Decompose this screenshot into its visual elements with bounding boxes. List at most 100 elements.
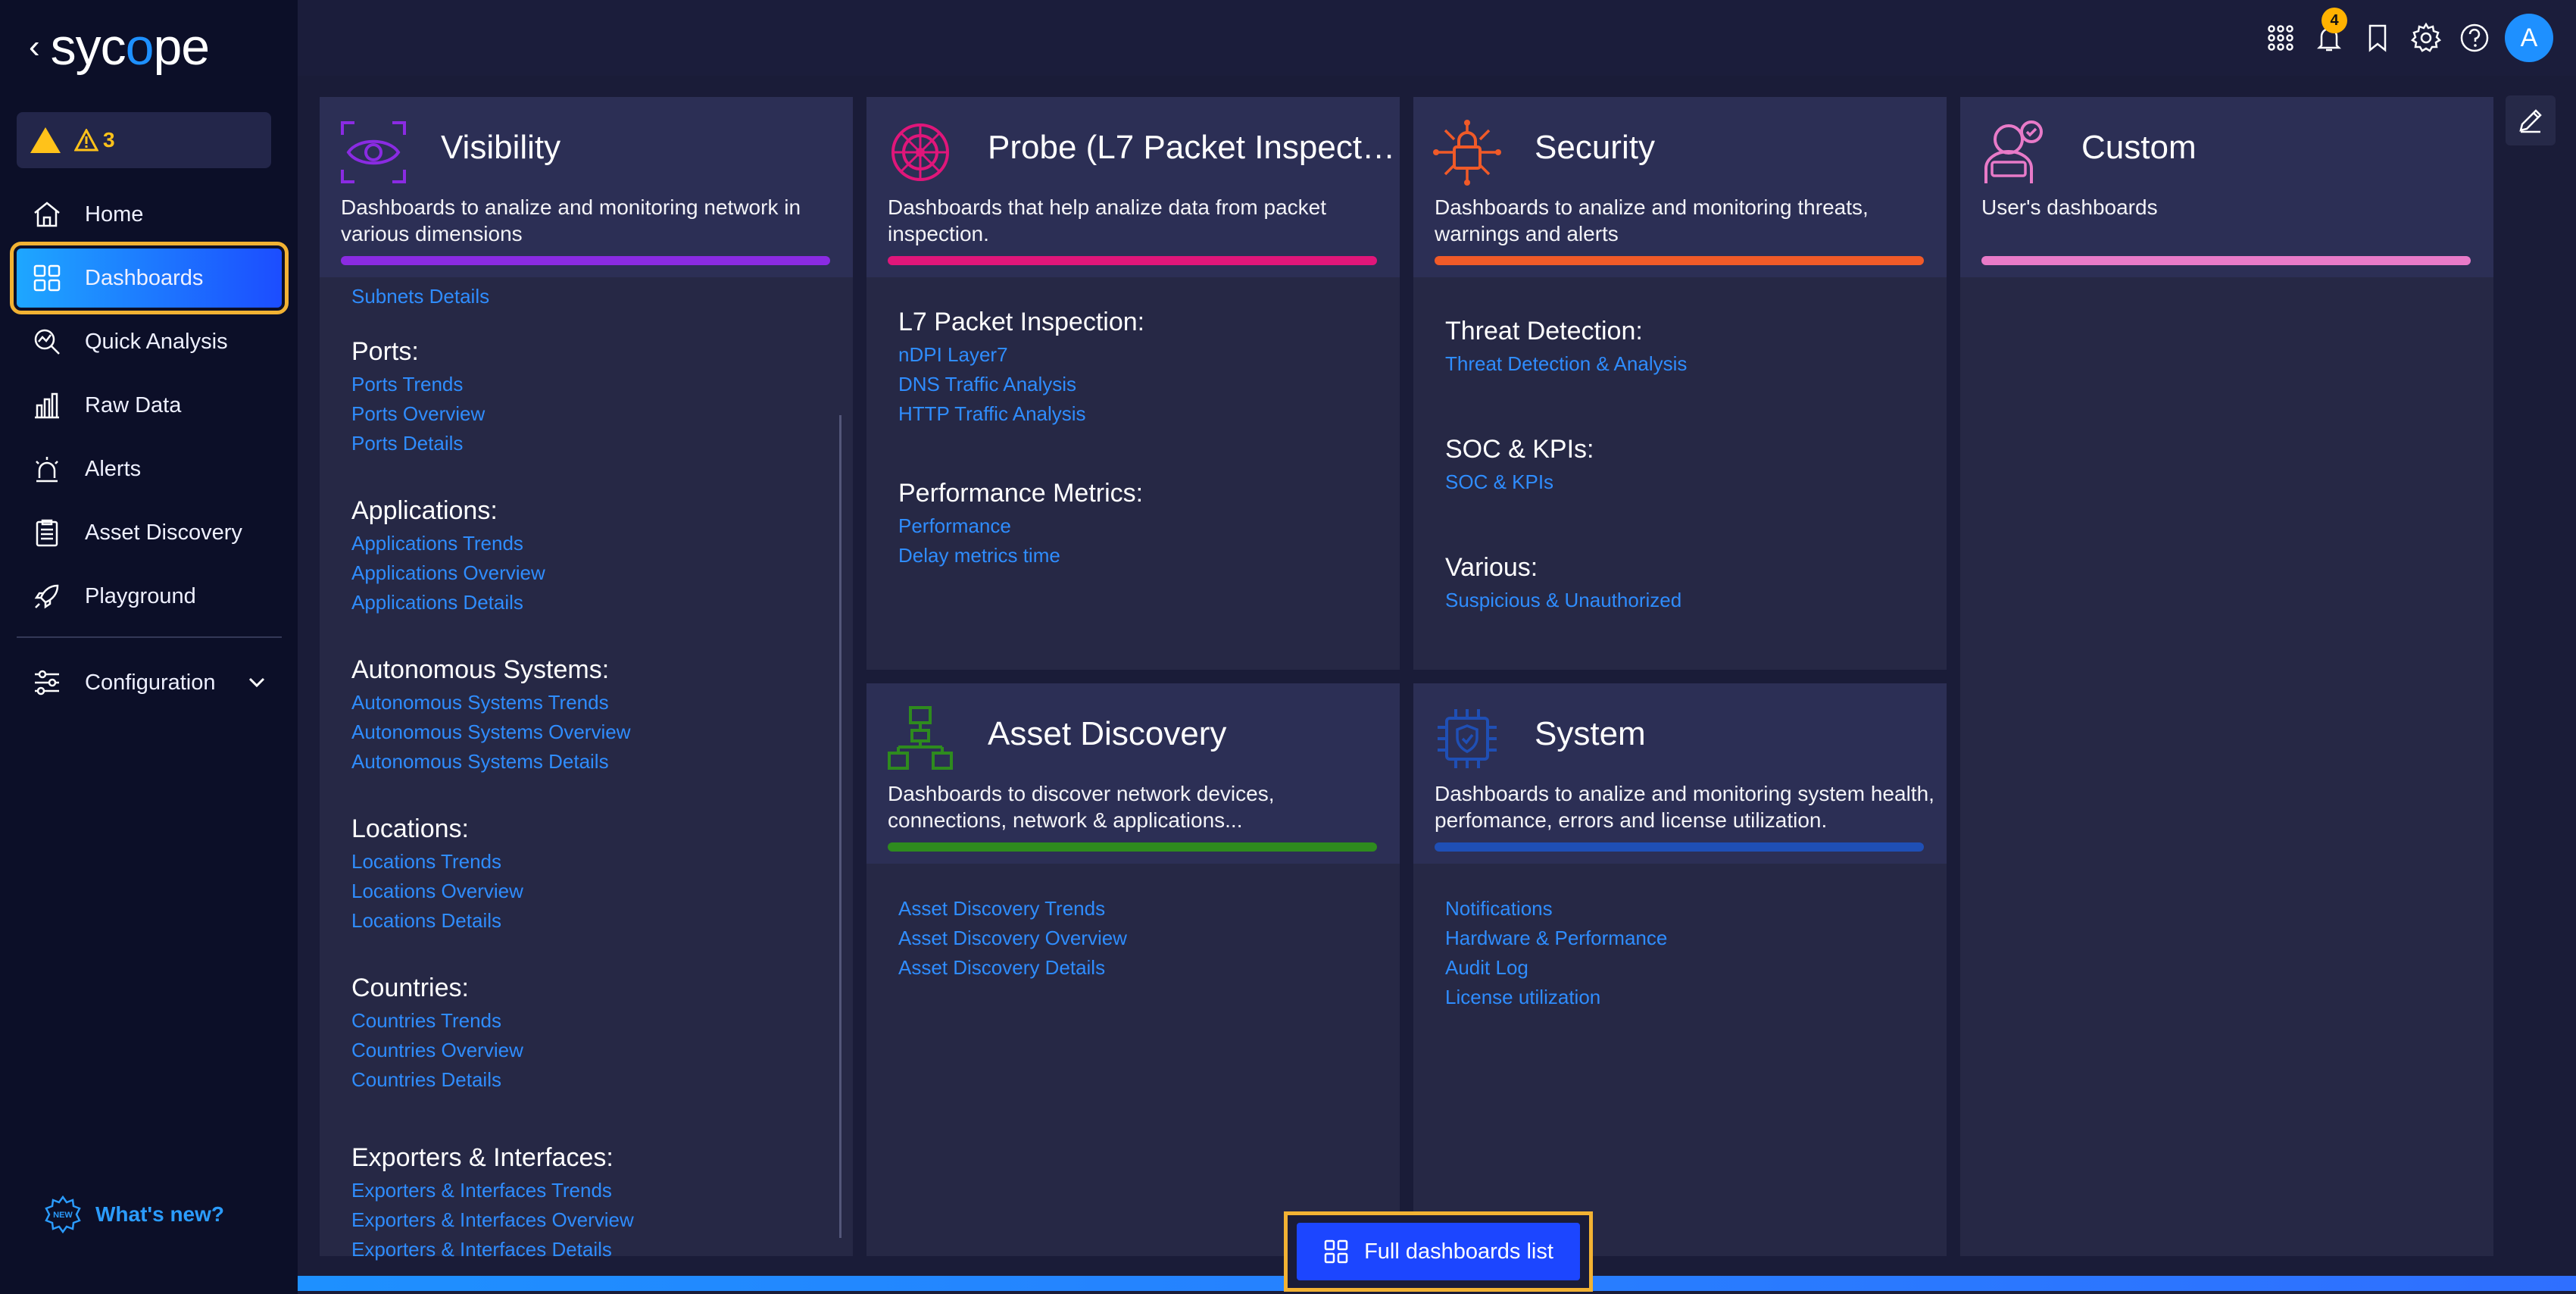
dashboard-link[interactable]: Delay metrics time — [898, 541, 1400, 570]
sidebar-item-quick-analysis[interactable]: Quick Analysis — [17, 312, 282, 371]
dashboard-link[interactable]: Audit Log — [1445, 953, 1947, 983]
dashboard-link[interactable]: Countries Overview — [351, 1036, 853, 1065]
dashboard-link[interactable]: Exporters & Interfaces Trends — [351, 1176, 853, 1205]
sidebar-item-label: Home — [85, 202, 144, 227]
card-header: Custom User's dashboards — [1960, 97, 2493, 277]
dashboard-link[interactable]: DNS Traffic Analysis — [898, 370, 1400, 399]
avatar[interactable]: A — [2505, 14, 2553, 62]
section-title: Ports: — [351, 337, 419, 366]
card-links: Threat Detection: Threat Detection & Ana… — [1445, 317, 1947, 653]
dashboard-link[interactable]: Locations Trends — [351, 847, 853, 877]
help-icon[interactable] — [2450, 14, 2499, 62]
scrollbar[interactable] — [839, 415, 841, 1238]
card-system: System Dashboards to analize and monitor… — [1413, 683, 1947, 1256]
notifications-button[interactable]: 4 — [2305, 8, 2353, 62]
card-links: Asset Discovery Trends Asset Discovery O… — [898, 894, 1400, 983]
section-title: Autonomous Systems: — [351, 655, 610, 684]
section-title: Applications: — [351, 496, 498, 525]
sidebar-item-asset-discovery[interactable]: Asset Discovery — [17, 503, 282, 562]
sidebar-item-home[interactable]: Home — [17, 185, 282, 244]
dashboard-link[interactable]: HTTP Traffic Analysis — [898, 399, 1400, 429]
network-tree-icon — [888, 706, 953, 770]
dashboard-link[interactable]: Autonomous Systems Overview — [351, 717, 853, 747]
card-description: Dashboards that help analize data from p… — [888, 195, 1327, 245]
sidebar-item-alerts[interactable]: Alerts — [17, 439, 282, 499]
alerts-count: 3 — [103, 128, 115, 152]
section-threat-detection: Threat Detection: Threat Detection & Ana… — [1445, 317, 1947, 379]
dashboard-link[interactable]: Locations Overview — [351, 877, 853, 906]
dashboard-link[interactable]: Notifications — [1445, 894, 1947, 924]
section-title: Countries: — [351, 974, 469, 1002]
dashboard-link[interactable]: Autonomous Systems Trends — [351, 688, 853, 717]
alerts-summary[interactable]: 3 — [17, 112, 271, 168]
dashboard-link[interactable]: Countries Details — [351, 1065, 853, 1095]
logo-text: sycope — [50, 18, 210, 76]
card-description: Dashboards to discover network devices, … — [888, 782, 1275, 832]
section-title: SOC & KPIs: — [1445, 435, 1594, 464]
dashboard-link[interactable]: Applications Overview — [351, 558, 853, 588]
gear-icon[interactable] — [2402, 14, 2450, 62]
card-color-bar — [1435, 842, 1924, 852]
section-performance-metrics: Performance Metrics: Performance Delay m… — [898, 479, 1400, 570]
full-dashboards-list-label: Full dashboards list — [1364, 1239, 1553, 1264]
sliders-icon — [30, 666, 64, 699]
card-color-bar — [1435, 256, 1924, 265]
notifications-count-badge: 4 — [2322, 8, 2347, 33]
card-header: System Dashboards to analize and monitor… — [1413, 683, 1947, 864]
bookmark-icon[interactable] — [2353, 14, 2402, 62]
dashboard-link[interactable]: Exporters & Interfaces Details — [351, 1235, 853, 1264]
dashboard-link[interactable]: Applications Details — [351, 588, 853, 617]
sidebar-item-label: Playground — [85, 583, 196, 608]
dashboard-link[interactable]: Asset Discovery Details — [898, 953, 1400, 983]
dashboard-link[interactable]: Threat Detection & Analysis — [1445, 349, 1947, 379]
sidebar-item-playground[interactable]: Playground — [17, 567, 282, 626]
dashboard-link[interactable]: Autonomous Systems Details — [351, 747, 853, 777]
dashboard-link[interactable]: License utilization — [1445, 983, 1947, 1012]
sidebar-item-configuration[interactable]: Configuration — [17, 653, 282, 712]
dashboard-link[interactable]: Ports Overview — [351, 399, 853, 429]
top-bar: 4 A — [298, 0, 2576, 76]
dashboard-link[interactable]: Applications Trends — [351, 529, 853, 558]
card-title: Asset Discovery — [988, 715, 1227, 752]
dashboard-link[interactable]: Countries Trends — [351, 1006, 853, 1036]
dashboard-link[interactable]: nDPI Layer7 — [898, 340, 1400, 370]
sidebar-item-raw-data[interactable]: Raw Data — [17, 376, 282, 435]
card-color-bar — [888, 256, 1377, 265]
sidebar-item-label: Alerts — [85, 456, 142, 481]
logo[interactable]: ‹ sycope — [29, 17, 210, 77]
sidebar-item-label: Configuration — [85, 670, 216, 695]
bar-chart-icon — [30, 389, 64, 422]
card-security: Security Dashboards to analize and monit… — [1413, 97, 1947, 670]
whats-new-link[interactable]: NEW What's new? — [44, 1196, 224, 1233]
dashboard-link[interactable]: Ports Details — [351, 429, 853, 458]
sidebar-item-dashboards[interactable]: Dashboards — [10, 242, 289, 314]
dashboard-link[interactable]: Asset Discovery Trends — [898, 894, 1400, 924]
dashboards-grid-icon — [30, 261, 64, 295]
chevron-left-icon[interactable]: ‹ — [29, 30, 40, 64]
dashboard-link[interactable]: Ports Trends — [351, 370, 853, 399]
card-asset-discovery: Asset Discovery Dashboards to discover n… — [866, 683, 1400, 1256]
eye-scan-icon — [341, 121, 406, 183]
card-color-bar — [1981, 256, 2471, 265]
dashboard-link[interactable]: SOC & KPIs — [1445, 467, 1947, 497]
dashboard-link[interactable]: Hardware & Performance — [1445, 924, 1947, 953]
sidebar-item-label: Asset Discovery — [85, 520, 242, 545]
svg-text:NEW: NEW — [53, 1211, 73, 1220]
apps-grid-icon[interactable] — [2256, 14, 2305, 62]
dashboard-link[interactable]: Exporters & Interfaces Overview — [351, 1205, 853, 1235]
link-subnets-details[interactable]: Subnets Details — [351, 282, 853, 311]
card-description: Dashboards to analize and monitoring thr… — [1435, 195, 1869, 245]
dashboard-link[interactable]: Asset Discovery Overview — [898, 924, 1400, 953]
dashboard-link[interactable]: Locations Details — [351, 906, 853, 936]
card-description: Dashboards to analize and monitoring sys… — [1435, 782, 1934, 832]
section-soc-kpis: SOC & KPIs: SOC & KPIs — [1445, 435, 1947, 497]
edit-dashboards-button[interactable] — [2506, 95, 2556, 145]
section-exporters-interfaces: Exporters & Interfaces: Exporters & Inte… — [351, 1143, 853, 1264]
full-dashboards-list-button[interactable]: Full dashboards list — [1297, 1223, 1580, 1280]
dashboard-link[interactable]: Suspicious & Unauthorized — [1445, 586, 1947, 615]
dashboard-link[interactable]: Performance — [898, 511, 1400, 541]
new-badge-icon: NEW — [45, 1196, 81, 1233]
section-title: Performance Metrics: — [898, 479, 1144, 508]
section-title: Exporters & Interfaces: — [351, 1143, 614, 1172]
chevron-down-icon[interactable] — [248, 673, 265, 692]
